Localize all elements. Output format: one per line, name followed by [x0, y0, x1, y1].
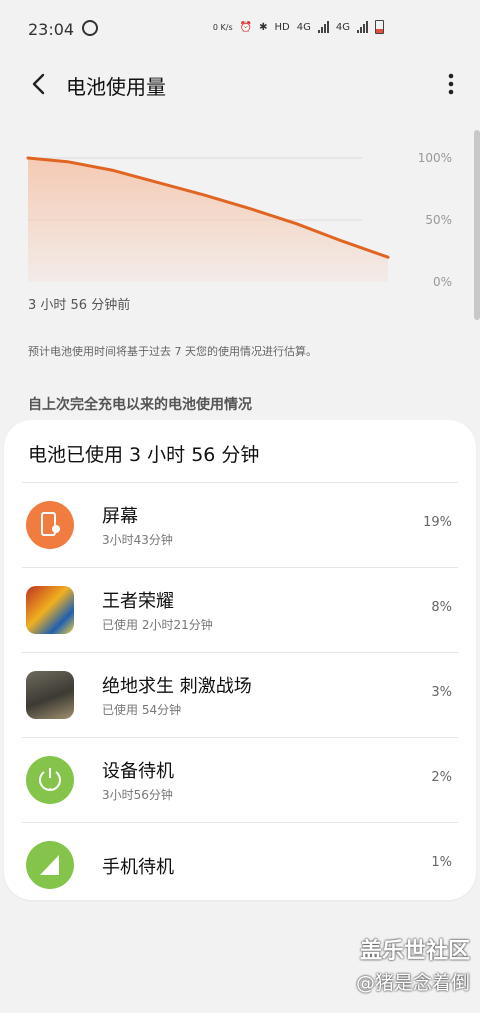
- signal-icon: [317, 21, 329, 33]
- app-header: 电池使用量: [0, 60, 480, 108]
- usage-item-percent: 1%: [431, 855, 452, 870]
- sync-icon: [82, 20, 98, 36]
- power-standby-icon: [26, 756, 74, 804]
- battery-icon: [375, 20, 384, 34]
- usage-card: 电池已使用 3 小时 56 分钟 屏幕 3小时43分钟 19% 王者荣耀 已使用…: [4, 420, 476, 900]
- usage-item-name: 屏幕: [102, 506, 138, 527]
- honor-of-kings-app-icon: [26, 586, 74, 634]
- sim1-label: 4G: [296, 21, 311, 33]
- hd-label: HD: [274, 21, 290, 33]
- bluetooth-icon: ✱: [259, 21, 268, 33]
- usage-item-name: 设备待机: [102, 761, 174, 782]
- usage-item-percent: 19%: [423, 515, 452, 530]
- page-title: 电池使用量: [66, 75, 166, 99]
- chart-start-label: 3 小时 56 分钟前: [28, 298, 131, 313]
- estimate-note: 预计电池使用时间将基于过去 7 天您的使用情况进行估算。: [28, 345, 317, 358]
- usage-item-sub: 已使用 54分钟: [102, 703, 182, 717]
- y-tick-label: 50%: [425, 213, 452, 227]
- more-options-icon[interactable]: [446, 70, 456, 98]
- watermark-line-2: @猪是念着倒: [355, 972, 470, 994]
- usage-item-percent: 8%: [431, 600, 452, 615]
- usage-total-title: 电池已使用 3 小时 56 分钟: [28, 444, 260, 466]
- section-title: 自上次完全充电以来的电池使用情况: [28, 397, 252, 413]
- usage-item-honor-of-kings[interactable]: 王者荣耀 已使用 2小时21分钟 8%: [22, 567, 458, 652]
- usage-item-device-standby[interactable]: 设备待机 3小时56分钟 2%: [22, 737, 458, 822]
- usage-item-pubg[interactable]: 绝地求生 刺激战场 已使用 54分钟 3%: [22, 652, 458, 737]
- watermark-line-1: 盖乐世社区: [359, 939, 470, 964]
- usage-item-percent: 3%: [431, 685, 452, 700]
- status-bar: 23:04 0 K/s ⏰ ✱ HD 4G 4G: [0, 0, 480, 60]
- usage-item-screen[interactable]: 屏幕 3小时43分钟 19%: [22, 482, 458, 567]
- usage-item-sub: 已使用 2小时21分钟: [102, 618, 213, 632]
- alarm-icon: ⏰: [239, 21, 253, 33]
- signal-icon-2: [357, 21, 368, 33]
- y-tick-label: 100%: [418, 151, 452, 165]
- battery-level-chart: 100% 50% 0%: [26, 151, 452, 289]
- sim2-label: 4G: [335, 21, 350, 33]
- y-tick-label: 0%: [433, 275, 452, 289]
- status-time: 23:04: [28, 20, 75, 39]
- scrollbar[interactable]: [474, 130, 480, 320]
- usage-list: 屏幕 3小时43分钟 19% 王者荣耀 已使用 2小时21分钟 8% 绝地求生 …: [4, 482, 476, 907]
- net-speed: 0 K/s: [212, 22, 233, 32]
- usage-item-phone-standby[interactable]: 手机待机 1%: [22, 822, 458, 907]
- usage-item-percent: 2%: [431, 770, 452, 785]
- cell-signal-icon: [26, 841, 74, 889]
- usage-item-sub: 3小时43分钟: [102, 533, 173, 547]
- usage-item-name: 手机待机: [102, 857, 174, 878]
- status-icons: 0 K/s ⏰ ✱ HD 4G 4G: [213, 20, 384, 34]
- usage-item-name: 王者荣耀: [102, 591, 174, 612]
- pubg-mobile-app-icon: [26, 671, 74, 719]
- screen-brightness-icon: [26, 501, 74, 549]
- usage-item-name: 绝地求生 刺激战场: [102, 676, 252, 697]
- usage-item-sub: 3小时56分钟: [102, 788, 173, 802]
- back-arrow-icon[interactable]: [26, 70, 54, 98]
